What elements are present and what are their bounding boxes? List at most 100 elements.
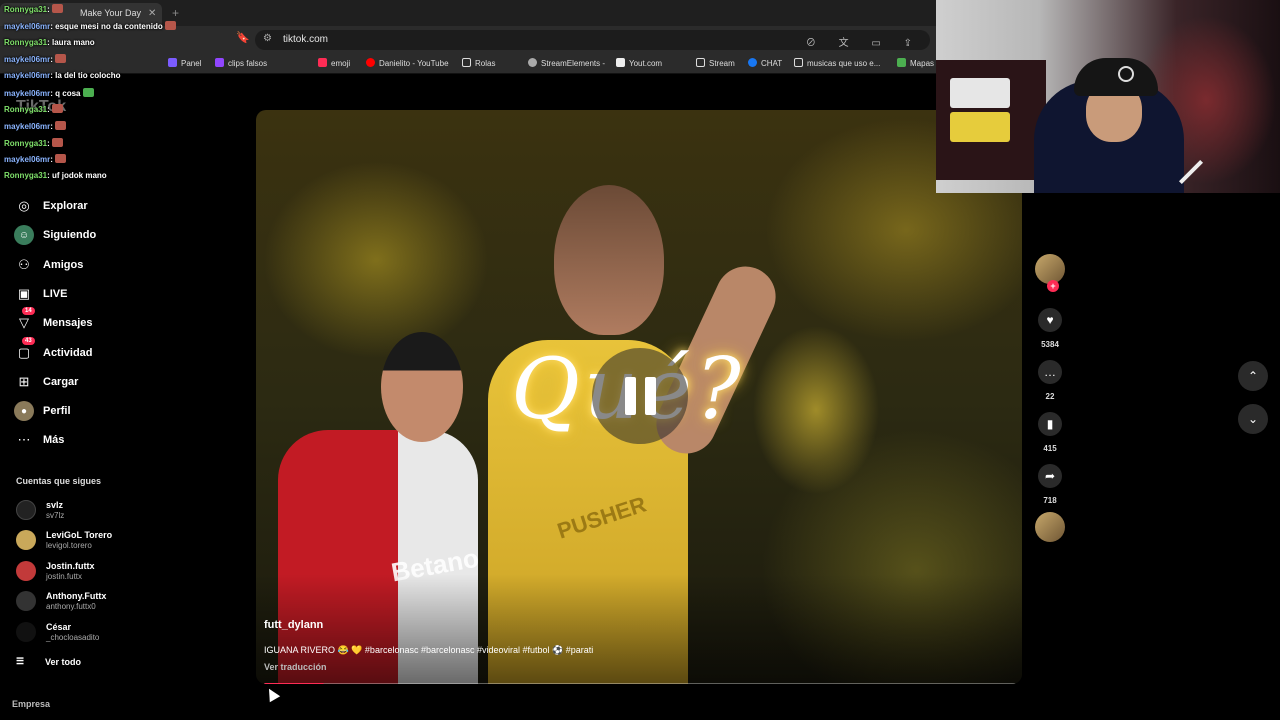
like-count: 5384: [1041, 340, 1059, 349]
webcam-scene: [1118, 66, 1134, 82]
chat-line: maykel06mr:: [4, 54, 66, 64]
followed-account[interactable]: svlz sv7lz: [16, 497, 64, 523]
nav-explorar[interactable]: ◎ Explorar: [14, 195, 87, 217]
bookmark-item[interactable]: Mapas: [897, 58, 934, 68]
chat-line: Ronnyga31: uf jodok mano: [4, 171, 107, 180]
next-video-button[interactable]: ⌄: [1238, 404, 1268, 434]
chevron-down-icon: ⌄: [1247, 412, 1259, 426]
bookmarks-bar: Panel clips falsos emoji Danielito - You…: [0, 54, 936, 74]
close-icon[interactable]: ✕: [148, 8, 156, 19]
previous-video-button[interactable]: ⌃: [1238, 361, 1268, 391]
emote-icon: [164, 21, 176, 30]
video-author[interactable]: futt_dylann: [264, 619, 323, 631]
pause-button[interactable]: [592, 348, 688, 444]
video-scene: [381, 332, 463, 442]
nav-mensajes[interactable]: ▽ 14 Mensajes: [14, 307, 93, 334]
bookmark-item[interactable]: clips falsos: [215, 58, 267, 68]
chat-line: maykel06mr: la del tio colocho: [4, 71, 121, 80]
live-icon: ▣: [17, 286, 31, 301]
nav-perfil[interactable]: ● Perfil: [14, 400, 71, 422]
chat-line: Ronnyga31: laura mano: [4, 38, 95, 47]
share-button[interactable]: ➦: [1038, 464, 1062, 488]
like-button[interactable]: ♥: [1038, 308, 1062, 332]
site-info-icon[interactable]: ⚙: [263, 33, 272, 44]
bookmark-item[interactable]: Danielito - YouTube: [366, 58, 449, 68]
nav-cargar[interactable]: ⊞ Cargar: [14, 371, 79, 393]
bookmark-item[interactable]: emoji: [318, 58, 350, 68]
bookmark-item[interactable]: musicas que uso e...: [794, 58, 880, 68]
following-icon: ☺: [14, 225, 34, 245]
bookmark-item[interactable]: StreamElements -: [528, 58, 605, 68]
chat-line: Ronnyga31:: [4, 104, 63, 114]
chat-line: maykel06mr:: [4, 154, 66, 164]
avatar: [16, 622, 36, 642]
avatar: [16, 561, 36, 581]
url-field[interactable]: ⚙ tiktok.com ⊘ 文 ▭ ⇪: [255, 30, 930, 50]
tab-title: Make Your Day: [80, 8, 142, 18]
webcam-scene: [950, 78, 1010, 108]
compass-icon: ◎: [18, 198, 30, 213]
emote-icon: [51, 4, 63, 13]
messages-icon: ▽ 14: [14, 307, 35, 333]
emote-icon: [82, 88, 94, 97]
follow-plus-icon[interactable]: +: [1047, 280, 1059, 292]
avatar: [16, 500, 36, 520]
followed-account[interactable]: LeviGoL Torero levigol.torero: [16, 527, 112, 553]
emote-icon: [54, 154, 66, 163]
emote-icon: [54, 121, 66, 130]
nav-mas[interactable]: ⋯ Más: [14, 429, 65, 451]
avatar: [16, 530, 36, 550]
video-progress[interactable]: [264, 683, 1016, 684]
followed-account[interactable]: César _chocloasadito: [16, 619, 99, 645]
bookmark-item[interactable]: Panel: [168, 58, 201, 68]
sound-avatar[interactable]: [1035, 512, 1065, 542]
address-actions-icon[interactable]: ⊘ 文 ▭ ⇪: [806, 34, 922, 49]
profile-icon: ●: [14, 401, 34, 421]
bookmark-item[interactable]: Yout.com: [616, 58, 662, 68]
chat-line: maykel06mr:: [4, 121, 66, 131]
bookmark-icon[interactable]: 🔖: [236, 31, 250, 44]
mouse-cursor: [263, 685, 281, 703]
nav-siguiendo[interactable]: ☺ Siguiendo: [14, 224, 96, 246]
nav-actividad[interactable]: ▢ 43 Actividad: [14, 337, 93, 364]
video-caption: IGUANA RIVERO 😂 💛 #barcelonasc #barcelon…: [264, 645, 594, 655]
author-avatar[interactable]: +: [1035, 254, 1065, 292]
share-count: 718: [1043, 496, 1057, 505]
chat-line: maykel06mr: q cosa: [4, 88, 94, 98]
friends-icon: ⚇: [18, 257, 30, 272]
save-button[interactable]: ▮: [1038, 412, 1062, 436]
comment-icon: …: [1044, 365, 1056, 379]
webcam-scene: [1074, 58, 1158, 96]
emote-icon: [54, 54, 66, 63]
company-link[interactable]: Empresa: [12, 699, 50, 709]
pause-icon: [624, 377, 636, 415]
webcam-scene: [950, 112, 1010, 142]
bookmark-item[interactable]: CHAT: [748, 58, 782, 68]
bookmark-item[interactable]: Rolas: [462, 58, 495, 68]
nav-live[interactable]: ▣ LIVE: [14, 283, 68, 305]
webcam-overlay: [936, 0, 1280, 193]
activity-icon: ▢ 43: [14, 337, 35, 363]
bookmark-item[interactable]: Stream: [696, 58, 735, 68]
list-icon: ☰: [16, 656, 25, 666]
save-count: 415: [1043, 444, 1057, 453]
see-translation-link[interactable]: Ver traducción: [264, 662, 327, 672]
emote-icon: [51, 104, 63, 113]
bookmark-icon: ▮: [1046, 417, 1054, 431]
video-player[interactable]: Betano PUSHER Qué? futt_dylann IGUANA RI…: [256, 110, 1022, 684]
video-scene: [554, 185, 664, 335]
avatar: [16, 591, 36, 611]
emote-icon: [51, 138, 63, 147]
video-shade: [256, 574, 1022, 684]
more-icon: ⋯: [17, 432, 31, 447]
video-progress-fill: [264, 683, 325, 684]
new-tab-icon[interactable]: +: [172, 6, 179, 20]
followed-account[interactable]: Jostin.futtx jostin.futtx: [16, 558, 95, 584]
followed-account[interactable]: Anthony.Futtx anthony.futtx0: [16, 588, 106, 614]
upload-icon: ⊞: [18, 374, 30, 389]
nav-amigos[interactable]: ⚇ Amigos: [14, 254, 83, 276]
comment-button[interactable]: …: [1038, 360, 1062, 384]
share-icon: ➦: [1044, 469, 1056, 483]
pause-icon: [644, 377, 656, 415]
see-all-link[interactable]: ☰ Ver todo: [16, 656, 81, 667]
